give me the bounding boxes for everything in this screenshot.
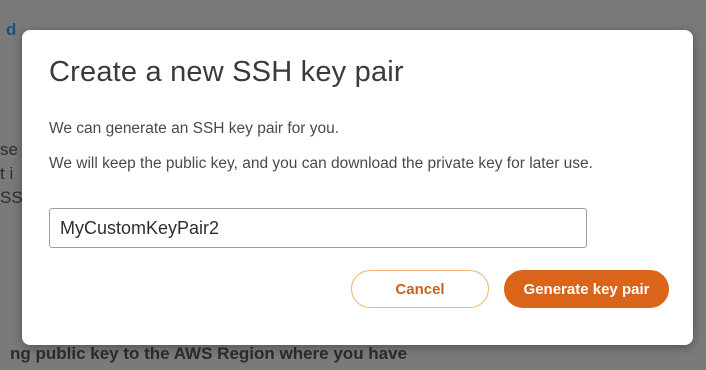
generate-key-pair-button[interactable]: Generate key pair [504,270,669,308]
screen: d se t i SS ng public key to the AWS Reg… [0,0,706,370]
key-pair-name-input[interactable] [49,208,587,248]
background-text-fragment: SS [0,188,23,207]
dialog-description-detail: We will keep the public key, and you can… [49,155,593,172]
background-bottom-text: ng public key to the AWS Region where yo… [10,344,408,363]
dialog-title: Create a new SSH key pair [49,56,404,88]
background-text-fragment: t i [0,164,14,183]
cancel-button[interactable]: Cancel [351,270,489,308]
background-text-fragment: se [0,140,18,159]
dialog-description: We can generate an SSH key pair for you. [49,120,340,137]
create-ssh-key-pair-dialog: Create a new SSH key pair We can generat… [22,30,693,345]
background-link-fragment: d [6,20,17,39]
